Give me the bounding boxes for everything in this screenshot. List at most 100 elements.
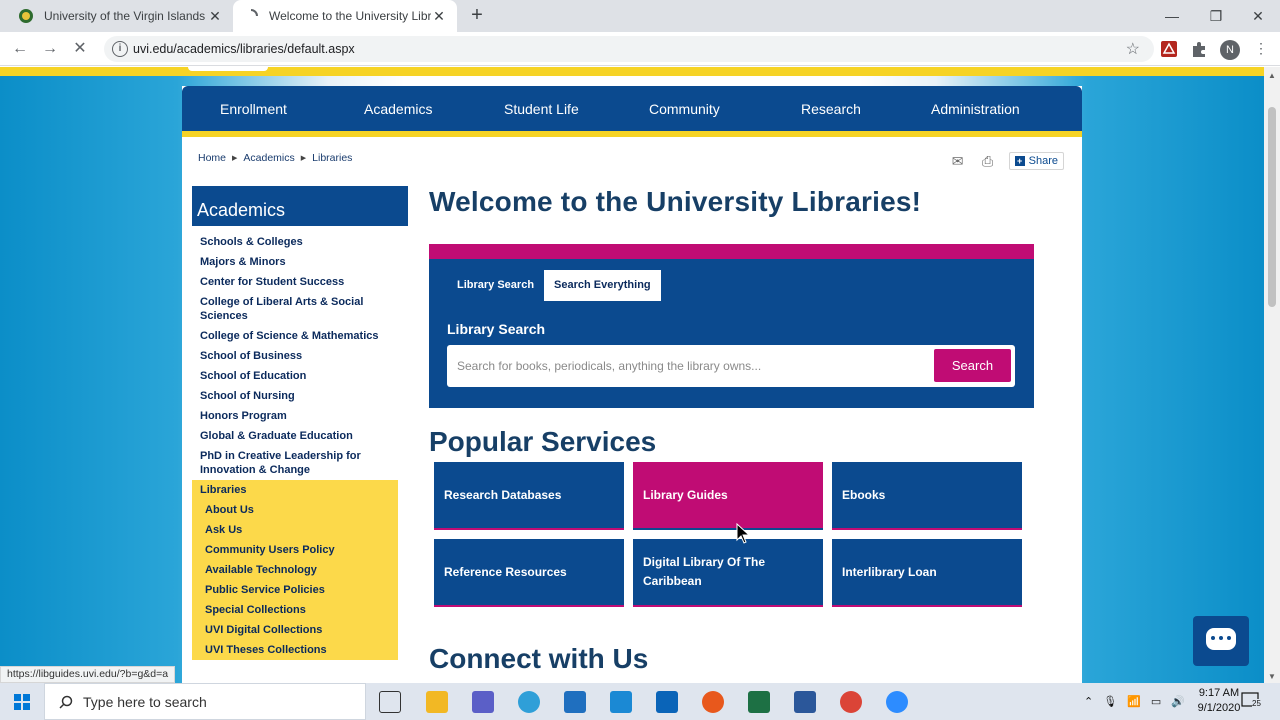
pdf-extension-icon[interactable] xyxy=(1160,40,1178,58)
search-button[interactable]: Search xyxy=(934,349,1011,382)
browser-tab-libraries[interactable]: Welcome to the University Librar ✕ xyxy=(233,0,457,32)
page-scrollbar[interactable]: ▲ ▼ xyxy=(1264,67,1280,683)
outlook-icon[interactable] xyxy=(656,691,678,713)
taskbar-clock[interactable]: 9:17 AM 9/1/2020 xyxy=(1192,686,1246,716)
address-bar[interactable]: i uvi.edu/academics/libraries/default.as… xyxy=(104,36,1154,62)
mouse-cursor-icon xyxy=(736,523,751,544)
scroll-thumb[interactable] xyxy=(1268,107,1276,307)
breadcrumb-separator-icon: ▶ xyxy=(300,155,307,162)
taskbar-search-placeholder: Type here to search xyxy=(83,693,207,710)
firefox-icon[interactable] xyxy=(702,691,724,713)
nav-community[interactable]: Community xyxy=(649,101,720,117)
sidebar-subitem-ask-us[interactable]: Ask Us xyxy=(192,520,398,540)
sidebar-item-liberal-arts[interactable]: College of Liberal Arts & Social Science… xyxy=(192,292,398,326)
bookmark-star-icon[interactable]: ☆ xyxy=(1126,39,1140,59)
sidebar-item-phd-leadership[interactable]: PhD in Creative Leadership for Innovatio… xyxy=(192,446,398,480)
search-input[interactable] xyxy=(447,345,927,387)
zoom-icon[interactable] xyxy=(886,691,908,713)
volume-icon[interactable]: 🔊 xyxy=(1171,695,1185,708)
sidebar: Academics Schools & Colleges Majors & Mi… xyxy=(192,186,408,660)
store-icon[interactable] xyxy=(564,691,586,713)
sidebar-item-nursing[interactable]: School of Nursing xyxy=(192,386,398,406)
show-hidden-icons-icon[interactable]: ⌃ xyxy=(1084,695,1093,708)
notification-center-icon[interactable]: 25 xyxy=(1240,691,1262,711)
nav-student-life[interactable]: Student Life xyxy=(504,101,579,117)
sidebar-subitem-community-users-policy[interactable]: Community Users Policy xyxy=(192,540,398,560)
teams-icon[interactable] xyxy=(472,691,494,713)
service-tile-ebooks[interactable]: Ebooks xyxy=(832,462,1022,530)
sidebar-subitem-public-service-policies[interactable]: Public Service Policies xyxy=(192,580,398,600)
sidebar-list: Schools & Colleges Majors & Minors Cente… xyxy=(192,226,408,660)
browser-tab-uvi[interactable]: University of the Virgin Islands ✕ xyxy=(8,0,233,32)
tab-library-search[interactable]: Library Search xyxy=(447,270,545,301)
sidebar-item-majors-minors[interactable]: Majors & Minors xyxy=(192,252,398,272)
service-tile-interlibrary-loan[interactable]: Interlibrary Loan xyxy=(832,539,1022,607)
chrome-icon[interactable] xyxy=(840,691,862,713)
excel-icon[interactable] xyxy=(748,691,770,713)
sidebar-item-education[interactable]: School of Education xyxy=(192,366,398,386)
taskbar-search-box[interactable]: Type here to search xyxy=(44,683,366,720)
sidebar-subitem-available-technology[interactable]: Available Technology xyxy=(192,560,398,580)
battery-icon[interactable]: ▭ xyxy=(1151,695,1161,708)
print-icon[interactable]: ⎙ xyxy=(979,154,997,168)
edge-icon[interactable] xyxy=(518,691,540,713)
scroll-up-icon[interactable]: ▲ xyxy=(1268,71,1276,80)
mail-icon[interactable] xyxy=(610,691,632,713)
breadcrumb-home[interactable]: Home xyxy=(198,152,226,164)
main-content: Welcome to the University Libraries! Lib… xyxy=(429,186,1035,674)
close-tab-icon[interactable]: ✕ xyxy=(207,8,223,25)
sidebar-item-science-math[interactable]: College of Science & Mathematics xyxy=(192,326,398,346)
profile-avatar[interactable]: N xyxy=(1220,40,1240,60)
close-window-icon[interactable]: ✕ xyxy=(1236,0,1280,32)
sidebar-title[interactable]: Academics xyxy=(192,186,408,226)
tab-search-everything[interactable]: Search Everything xyxy=(544,270,661,301)
scroll-down-icon[interactable]: ▼ xyxy=(1268,672,1276,681)
close-tab-icon[interactable]: ✕ xyxy=(431,8,447,25)
search-heading: Library Search xyxy=(447,321,546,337)
sidebar-item-libraries[interactable]: Libraries xyxy=(192,480,398,500)
sidebar-subitem-digital-collections[interactable]: UVI Digital Collections xyxy=(192,620,398,640)
breadcrumb-academics[interactable]: Academics xyxy=(243,152,294,164)
sidebar-subitem-theses-collections[interactable]: UVI Theses Collections xyxy=(192,640,398,660)
service-tile-library-guides[interactable]: Library Guides xyxy=(633,462,823,530)
sidebar-item-business[interactable]: School of Business xyxy=(192,346,398,366)
back-icon[interactable]: ← xyxy=(8,37,32,61)
nav-enrollment[interactable]: Enrollment xyxy=(220,101,287,117)
popular-services-heading: Popular Services xyxy=(429,426,657,457)
new-tab-icon[interactable]: + xyxy=(466,4,488,26)
sidebar-subitem-special-collections[interactable]: Special Collections xyxy=(192,600,398,620)
task-view-icon[interactable] xyxy=(379,691,401,713)
service-tile-reference-resources[interactable]: Reference Resources xyxy=(434,539,624,607)
service-tile-digital-library-caribbean[interactable]: Digital Library Of The Caribbean xyxy=(633,539,823,607)
service-tile-research-databases[interactable]: Research Databases xyxy=(434,462,624,530)
sidebar-item-global-graduate[interactable]: Global & Graduate Education xyxy=(192,426,398,446)
restore-icon[interactable]: ❐ xyxy=(1194,0,1238,32)
sidebar-item-student-success[interactable]: Center for Student Success xyxy=(192,272,398,292)
main-navigation: Enrollment Academics Student Life Commun… xyxy=(182,86,1082,137)
nav-administration[interactable]: Administration xyxy=(931,101,1020,117)
sidebar-subitem-about-us[interactable]: About Us xyxy=(192,500,398,520)
link-status-url: https://libguides.uvi.edu/?b=g&d=a xyxy=(0,666,176,683)
chat-widget-button[interactable] xyxy=(1193,616,1249,666)
email-icon[interactable]: ✉ xyxy=(949,154,967,168)
system-tray: ⌃ 🎙 📶 ▭ 🔊 xyxy=(1084,683,1185,720)
share-button[interactable]: + Share xyxy=(1008,152,1064,170)
nav-academics[interactable]: Academics xyxy=(364,101,432,117)
extensions-puzzle-icon[interactable] xyxy=(1190,40,1208,58)
minimize-icon[interactable]: — xyxy=(1150,0,1194,32)
microphone-icon[interactable]: 🎙 xyxy=(1103,695,1117,708)
sidebar-item-honors[interactable]: Honors Program xyxy=(192,406,398,426)
sidebar-item-schools-colleges[interactable]: Schools & Colleges xyxy=(192,232,398,252)
page-container: Enrollment Academics Student Life Commun… xyxy=(182,86,1082,683)
connect-heading: Connect with Us xyxy=(429,643,649,674)
browser-menu-icon[interactable]: ⋮ xyxy=(1252,40,1270,58)
forward-icon[interactable]: → xyxy=(38,37,62,61)
nav-research[interactable]: Research xyxy=(801,101,861,117)
chat-bubble-icon xyxy=(1206,628,1236,650)
windows-start-icon[interactable] xyxy=(0,683,44,720)
file-explorer-icon[interactable] xyxy=(426,691,448,713)
site-info-icon[interactable]: i xyxy=(112,41,128,57)
word-icon[interactable] xyxy=(794,691,816,713)
network-icon[interactable]: 📶 xyxy=(1127,695,1141,708)
stop-loading-icon[interactable]: ✕ xyxy=(68,37,92,61)
